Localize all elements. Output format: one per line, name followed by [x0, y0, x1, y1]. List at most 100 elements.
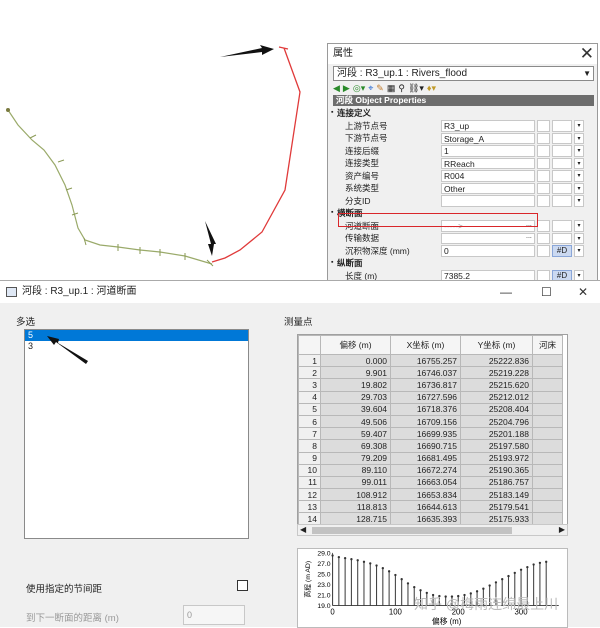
river-reach-green[interactable] [7, 109, 213, 265]
table-cell[interactable]: 25186.757 [460, 475, 533, 490]
table-row[interactable]: 12 108.912 16653.834 25183.149 [298, 488, 563, 502]
property-cell[interactable] [537, 132, 550, 144]
property-value[interactable] [441, 232, 535, 244]
chevron-down-icon[interactable]: ▾ [574, 182, 584, 194]
table-row[interactable]: 4 29.703 16727.596 25212.012 [298, 390, 563, 404]
property-value[interactable]: 0 [441, 245, 535, 257]
table-cell[interactable]: 69.308 [320, 439, 391, 453]
table-cell[interactable]: 25212.012 [460, 390, 533, 404]
table-cell[interactable]: 99.011 [320, 475, 391, 490]
refresh-icon[interactable]: ◎▾ [353, 82, 365, 95]
chevron-down-icon[interactable]: ▾ [574, 132, 584, 144]
collapse-icon[interactable]: ▪ [331, 107, 333, 120]
table-cell[interactable]: 16663.054 [390, 475, 461, 490]
table-row[interactable]: 1 0.000 16755.257 25222.836 [298, 353, 563, 368]
column-header[interactable]: X坐标 (m) [390, 335, 461, 355]
table-cell[interactable]: 16755.257 [390, 353, 461, 368]
chevron-down-icon[interactable]: ▾ [574, 232, 584, 244]
property-cell[interactable] [537, 232, 550, 244]
table-row[interactable]: 11 99.011 16663.054 25186.757 [298, 475, 563, 490]
table-cell[interactable]: 25208.404 [460, 402, 533, 416]
forward-icon[interactable]: ▶ [343, 82, 350, 95]
column-header[interactable]: 偏移 (m) [320, 335, 391, 355]
property-value[interactable]: R004 [441, 170, 535, 182]
table-cell[interactable]: 89.110 [320, 463, 391, 477]
table-row[interactable]: 7 59.407 16699.935 25201.188 [298, 427, 563, 441]
browse-button[interactable]: ... [526, 233, 532, 240]
table-cell[interactable] [532, 475, 563, 490]
table-cell[interactable]: 25193.972 [460, 451, 533, 465]
property-section[interactable]: 连接定义 ▪ [331, 107, 594, 120]
property-cell[interactable] [537, 170, 550, 182]
property-cell[interactable] [552, 170, 572, 182]
table-cell[interactable] [532, 353, 563, 368]
property-cell[interactable] [537, 157, 550, 169]
table-cell[interactable]: 16746.037 [390, 366, 461, 380]
table-cell[interactable] [532, 378, 563, 392]
edit-icon[interactable]: ✎ [376, 82, 384, 95]
use-spacing-checkbox[interactable] [237, 580, 248, 591]
grid-icon[interactable]: ▦ [387, 82, 396, 95]
table-cell[interactable]: 49.506 [320, 414, 391, 429]
table-cell[interactable]: 16690.715 [390, 439, 461, 453]
property-cell[interactable] [552, 145, 572, 157]
collapse-icon[interactable]: ▪ [331, 257, 333, 270]
property-cell[interactable] [552, 232, 572, 244]
table-cell[interactable]: 59.407 [320, 427, 391, 441]
chevron-down-icon[interactable]: ▼ [583, 67, 591, 80]
scroll-right-icon[interactable]: ▶ [559, 525, 565, 534]
table-row[interactable]: 8 69.308 16690.715 25197.580 [298, 439, 563, 453]
table-cell[interactable]: 25204.796 [460, 414, 533, 429]
table-cell[interactable]: 25179.541 [460, 500, 533, 514]
table-cell[interactable]: 29.703 [320, 390, 391, 404]
link-icon[interactable]: ⛓▾ [408, 82, 424, 95]
locate-icon[interactable]: ⌖ [368, 82, 373, 95]
property-cell[interactable] [537, 120, 550, 132]
property-section[interactable]: 纵断面 ▪ [331, 257, 594, 270]
next-distance-field[interactable]: 0 [183, 605, 245, 625]
zoom-icon[interactable]: ⚲ [398, 82, 405, 95]
table-cell[interactable]: 16653.834 [390, 488, 461, 502]
chevron-down-icon[interactable]: ▾ [574, 220, 584, 232]
property-value[interactable]: Storage_A [441, 132, 535, 144]
table-cell[interactable] [532, 488, 563, 502]
pin-icon[interactable]: ♦▾ [427, 82, 436, 95]
table-cell[interactable]: 16709.156 [390, 414, 461, 429]
river-reach-selected[interactable] [211, 47, 301, 263]
table-cell[interactable]: 25201.188 [460, 427, 533, 441]
property-value[interactable] [441, 195, 535, 207]
property-cell[interactable] [552, 157, 572, 169]
table-cell[interactable]: 0.000 [320, 353, 391, 368]
property-cell[interactable] [552, 132, 572, 144]
table-cell[interactable]: 25190.365 [460, 463, 533, 477]
horizontal-scrollbar[interactable]: ◀ ▶ [297, 524, 568, 536]
table-cell[interactable] [532, 463, 563, 477]
table-cell[interactable] [532, 427, 563, 441]
table-cell[interactable]: 16672.274 [390, 463, 461, 477]
object-selector[interactable]: 河段 : R3_up.1 : Rivers_flood ▼ [333, 66, 594, 81]
table-cell[interactable]: 16644.613 [390, 500, 461, 514]
property-cell[interactable] [537, 182, 550, 194]
table-cell[interactable] [532, 366, 563, 380]
table-cell[interactable] [532, 439, 563, 453]
property-cell[interactable] [552, 120, 572, 132]
table-cell[interactable]: 25183.149 [460, 488, 533, 502]
property-cell[interactable] [537, 195, 550, 207]
property-cell[interactable] [552, 195, 572, 207]
chevron-down-icon[interactable]: ▾ [574, 157, 584, 169]
property-cell[interactable] [537, 145, 550, 157]
chevron-down-icon[interactable]: ▾ [574, 170, 584, 182]
table-cell[interactable]: 108.912 [320, 488, 391, 502]
property-cell[interactable] [552, 182, 572, 194]
chevron-down-icon[interactable]: ▾ [574, 145, 584, 157]
chevron-down-icon[interactable]: ▾ [574, 120, 584, 132]
table-row[interactable]: 3 19.802 16736.817 25215.620 [298, 378, 563, 392]
table-cell[interactable]: 25222.836 [460, 353, 533, 368]
property-cell[interactable] [552, 220, 572, 232]
table-cell[interactable]: 25215.620 [460, 378, 533, 392]
table-row[interactable]: 5 39.604 16718.376 25208.404 [298, 402, 563, 416]
table-cell[interactable]: 118.813 [320, 500, 391, 514]
table-row[interactable]: 9 79.209 16681.495 25193.972 [298, 451, 563, 465]
table-row[interactable]: 2 9.901 16746.037 25219.228 [298, 366, 563, 380]
property-value[interactable]: RReach [441, 157, 535, 169]
